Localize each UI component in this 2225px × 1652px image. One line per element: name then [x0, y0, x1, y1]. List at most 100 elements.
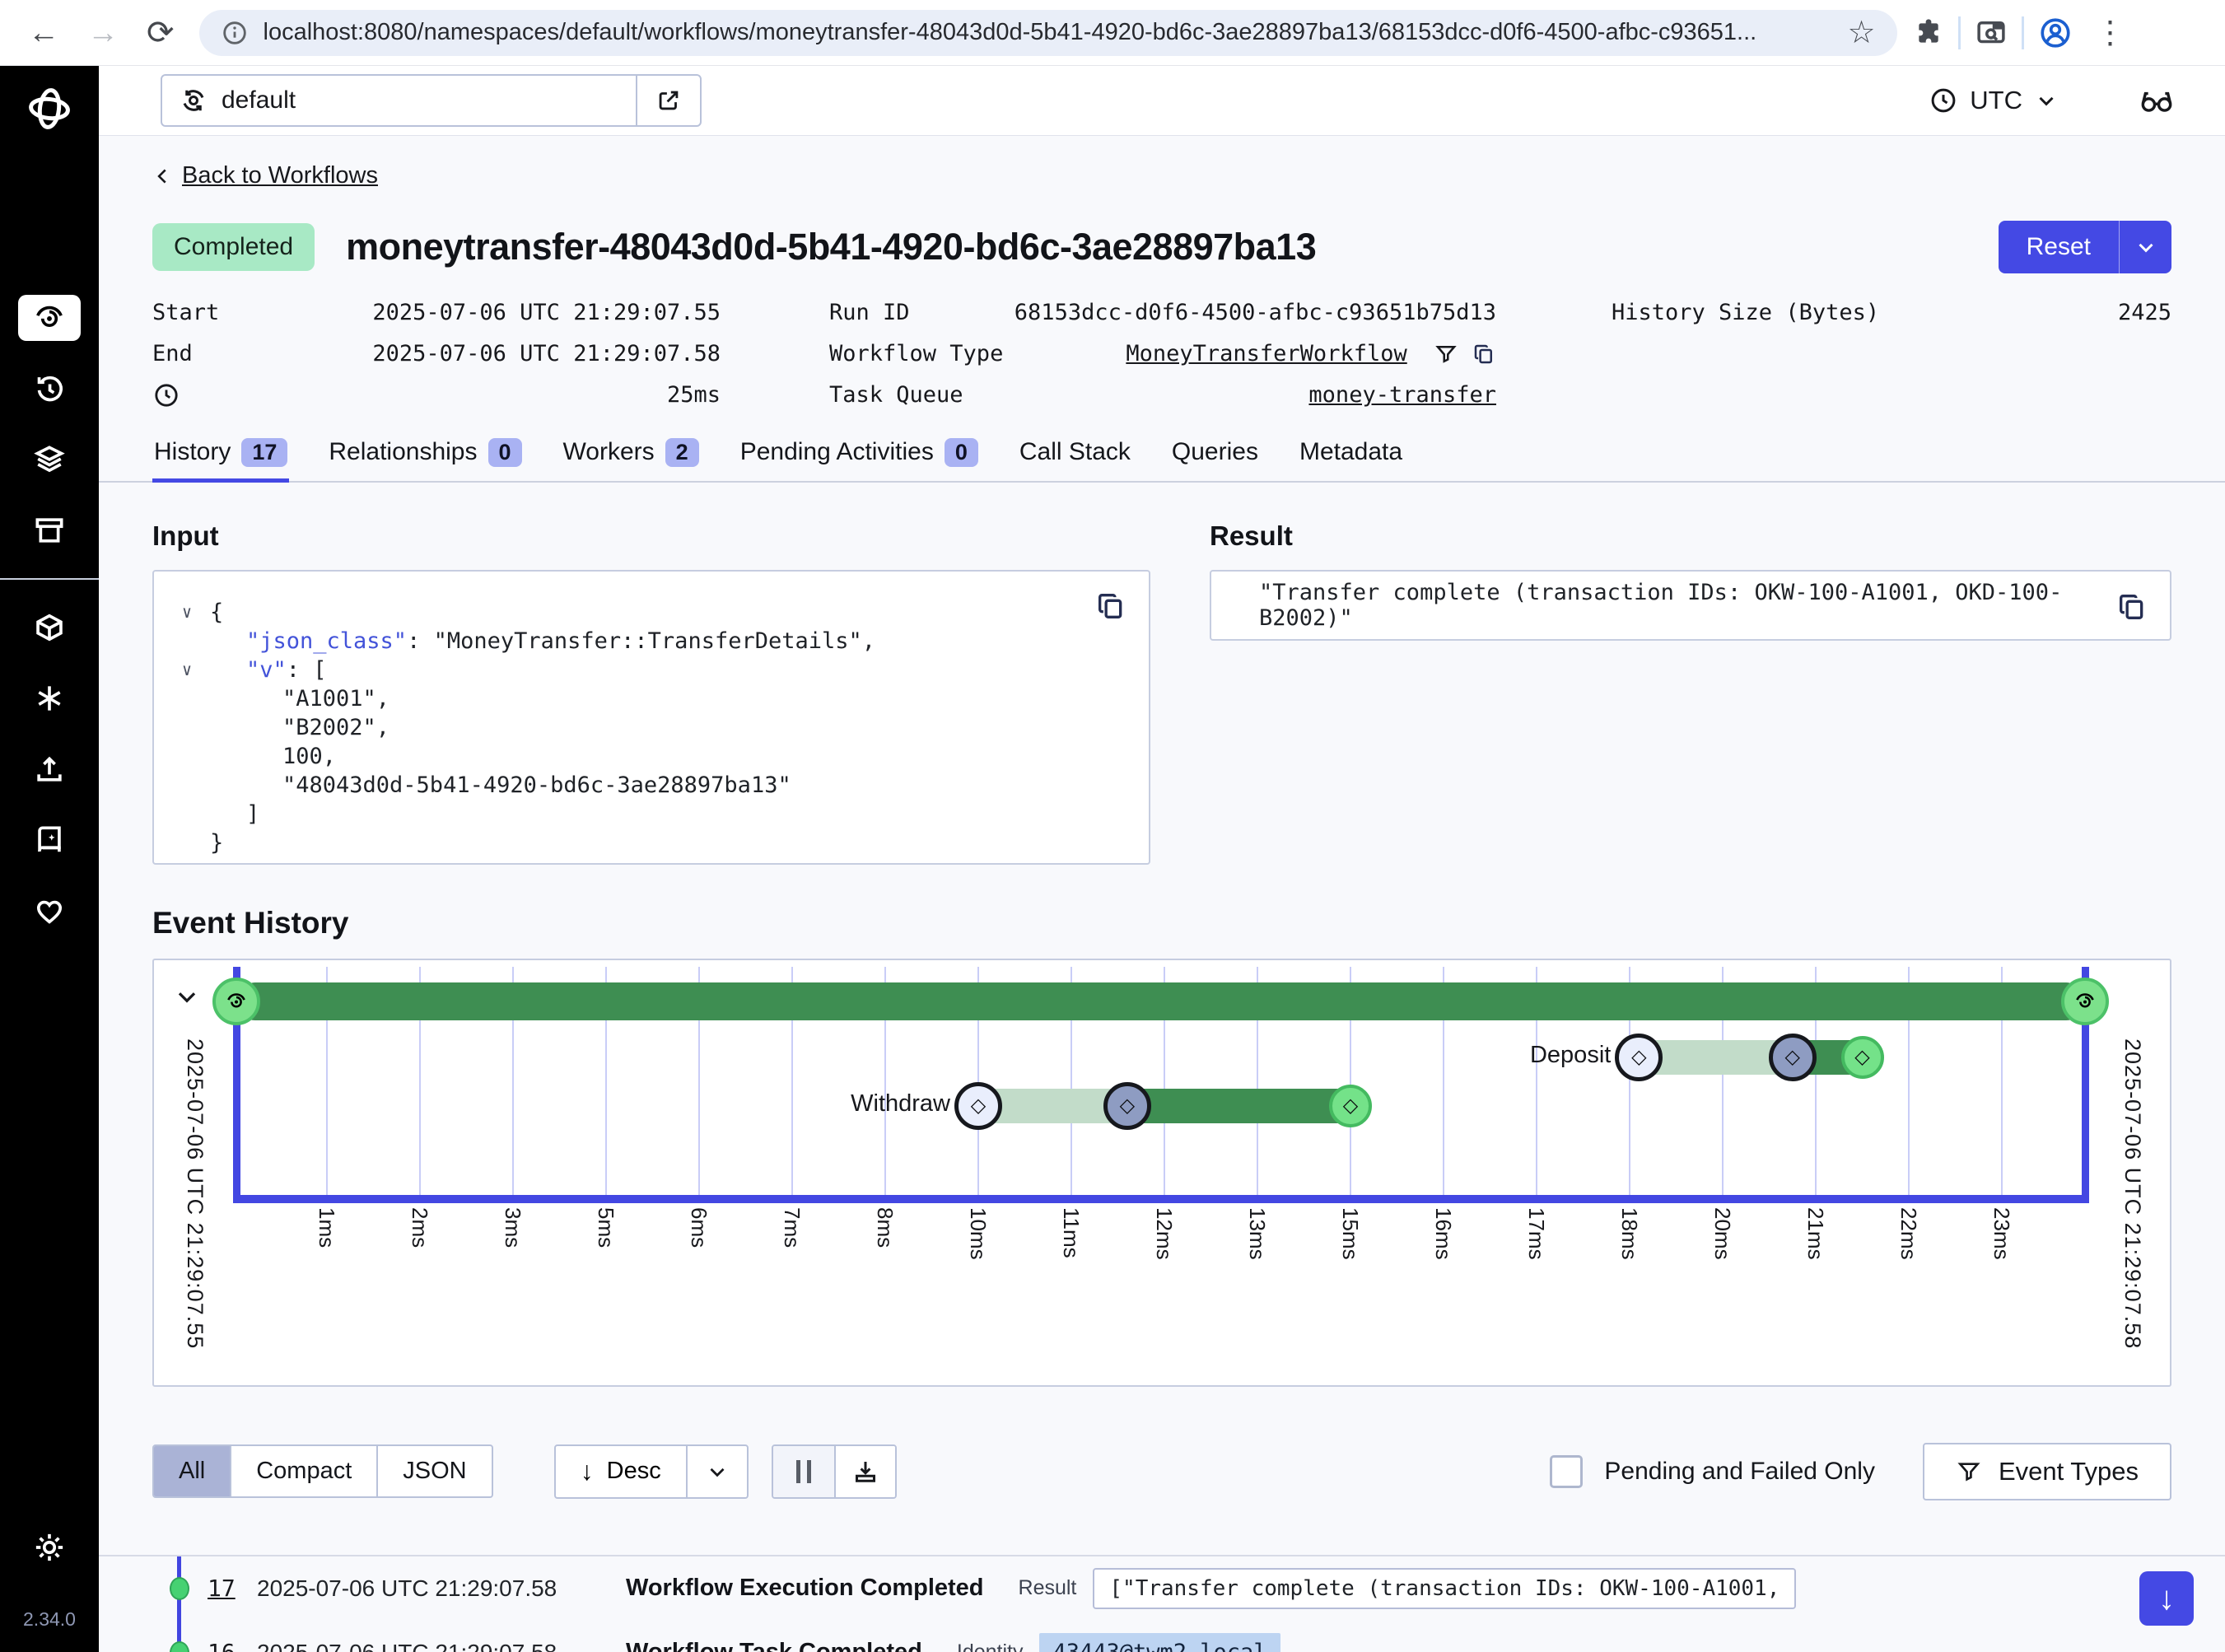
sidebar-item-schedules[interactable]	[18, 366, 81, 412]
tab-label: Call Stack	[1019, 438, 1131, 466]
event-id-link[interactable]: 16	[208, 1639, 257, 1652]
site-info-icon[interactable]	[221, 19, 249, 47]
namespace-icon	[179, 86, 208, 115]
json-collapse-icon[interactable]: ∨	[182, 602, 210, 622]
scroll-to-bottom-button[interactable]: ↓	[2139, 1571, 2194, 1626]
back-to-workflows-link[interactable]: Back to Workflows	[152, 162, 378, 189]
tab-relationships[interactable]: Relationships0	[327, 433, 523, 483]
result-copy-button[interactable]	[2115, 590, 2148, 623]
view-mode-compact[interactable]: Compact	[230, 1446, 376, 1496]
namespace-value: default	[222, 86, 296, 114]
view-mode-all[interactable]: All	[154, 1446, 230, 1496]
pause-button[interactable]	[773, 1446, 834, 1497]
history-size-label: History Size (Bytes)	[1612, 300, 1879, 325]
tab-metadata[interactable]: Metadata	[1298, 433, 1404, 483]
event-id-link[interactable]: 17	[208, 1575, 257, 1602]
activity-scheduled-node[interactable]: ◇	[954, 1082, 1002, 1130]
browser-back-icon[interactable]: ←	[28, 17, 59, 49]
activity-scheduled-node[interactable]: ◇	[1615, 1034, 1663, 1081]
activity-started-node[interactable]: ◇	[1103, 1082, 1151, 1130]
sidebar-item-nexus[interactable]	[18, 675, 81, 721]
input-panel: ∨{"json_class": "MoneyTransfer::Transfer…	[152, 570, 1150, 865]
timeline-start-datetime: 2025-07-06 UTC 21:29:07.55	[182, 1038, 208, 1349]
json-line-text: "A1001",	[210, 686, 389, 712]
workflow-start-node[interactable]	[212, 978, 260, 1025]
duration-value: 25ms	[667, 382, 721, 408]
chevron-down-icon	[2134, 235, 2158, 259]
pending-failed-checkbox[interactable]	[1550, 1455, 1583, 1488]
namespace-external-link-button[interactable]	[636, 76, 700, 125]
app-version: 2.34.0	[23, 1608, 76, 1631]
browser-reload-icon[interactable]: ⟳	[147, 16, 175, 49]
input-copy-button[interactable]	[1094, 590, 1127, 623]
workflow-type-link[interactable]: MoneyTransferWorkflow	[1126, 341, 1406, 366]
browser-menu-icon[interactable]: ⋮	[2095, 17, 2126, 49]
chevron-down-icon	[2034, 88, 2059, 113]
copy-icon[interactable]	[1472, 342, 1496, 366]
axis-tick-label: 21ms	[1803, 1207, 1828, 1260]
timeline-collapse-button[interactable]	[172, 982, 202, 1011]
tab-workers[interactable]: Workers2	[562, 433, 701, 483]
json-collapse-icon[interactable]: ∨	[182, 660, 210, 679]
event-row[interactable]: 162025-07-06 UTC 21:29:07.58Workflow Tas…	[99, 1621, 2225, 1652]
extensions-icon[interactable]	[1912, 16, 1945, 49]
timezone-value: UTC	[1970, 86, 2022, 115]
browser-chrome: ← → ⟳ localhost:8080/namespaces/default/…	[0, 0, 2225, 66]
axis-tick-label: 2ms	[407, 1207, 432, 1248]
sidebar-item-workflows[interactable]	[18, 295, 81, 341]
temporal-logo-icon[interactable]	[25, 84, 74, 133]
tab-pending-activities[interactable]: Pending Activities0	[739, 433, 980, 483]
sidebar-item-namespaces[interactable]	[18, 604, 81, 651]
sidebar-item-feedback[interactable]	[18, 888, 81, 934]
browser-forward-icon[interactable]: →	[87, 17, 119, 49]
download-history-button[interactable]	[834, 1446, 895, 1497]
task-queue-link[interactable]: money-transfer	[1308, 382, 1496, 408]
workflow-end-node[interactable]	[2061, 978, 2109, 1025]
json-line: "48043d0d-5b41-4920-bd6c-3ae28897ba13"	[182, 771, 1121, 800]
timeline-end-datetime: 2025-07-06 UTC 21:29:07.58	[2120, 1038, 2145, 1349]
status-badge: Completed	[152, 223, 315, 271]
sidebar-item-import[interactable]	[18, 746, 81, 792]
tab-queries[interactable]: Queries	[1170, 433, 1260, 483]
sidebar-item-docs[interactable]	[18, 817, 81, 863]
layers-icon	[31, 441, 68, 478]
event-timestamp: 2025-07-06 UTC 21:29:07.58	[257, 1575, 626, 1602]
theme-toggle-button[interactable]	[18, 1524, 81, 1570]
event-types-button[interactable]: Event Types	[1923, 1443, 2171, 1500]
axis-tick-label: 11ms	[1058, 1207, 1084, 1258]
activity-started-node[interactable]: ◇	[1769, 1034, 1817, 1081]
event-history-controls: All Compact JSON ↓ Desc	[152, 1443, 2171, 1500]
activity-completed-node[interactable]: ◇	[1329, 1085, 1372, 1127]
namespace-selector[interactable]: default	[161, 74, 702, 127]
chevron-left-icon	[152, 166, 174, 187]
activity-completed-node[interactable]: ◇	[1841, 1036, 1884, 1079]
sidebar-item-deployments[interactable]	[18, 436, 81, 483]
asterisk-icon	[31, 680, 68, 716]
reset-button[interactable]: Reset	[1999, 221, 2119, 273]
sort-button-group: ↓ Desc	[554, 1444, 749, 1499]
labs-mode-toggle[interactable]	[2138, 82, 2176, 119]
view-mode-json[interactable]: JSON	[376, 1446, 491, 1496]
history-size-value: 2425	[2118, 300, 2171, 325]
workflow-execution-bar[interactable]	[236, 982, 2085, 1020]
sort-dropdown-button[interactable]	[686, 1446, 747, 1497]
tab-history[interactable]: History17	[152, 433, 289, 483]
event-row[interactable]: 172025-07-06 UTC 21:29:07.58Workflow Exe…	[99, 1556, 2225, 1621]
filter-icon[interactable]	[1434, 342, 1458, 366]
sidebar-item-batch-operations[interactable]	[18, 507, 81, 553]
address-bar[interactable]: localhost:8080/namespaces/default/workfl…	[199, 10, 1897, 56]
axis-tick-label: 1ms	[314, 1207, 339, 1248]
json-line: "A1001",	[182, 684, 1121, 713]
tab-count-badge: 0	[945, 438, 978, 467]
sort-desc-button[interactable]: ↓ Desc	[556, 1446, 686, 1497]
bookmark-star-icon[interactable]: ☆	[1847, 14, 1875, 51]
reset-dropdown-button[interactable]	[2119, 221, 2171, 273]
tab-search-icon[interactable]	[1974, 16, 2008, 50]
start-label: Start	[152, 300, 219, 325]
tab-call-stack[interactable]: Call Stack	[1018, 433, 1132, 483]
task-queue-label: Task Queue	[829, 382, 963, 408]
axis-tick-label: 20ms	[1710, 1207, 1735, 1260]
json-line-text: "v": [	[210, 657, 327, 683]
profile-avatar-icon[interactable]	[2037, 15, 2073, 51]
timezone-selector[interactable]: UTC	[1929, 86, 2059, 115]
